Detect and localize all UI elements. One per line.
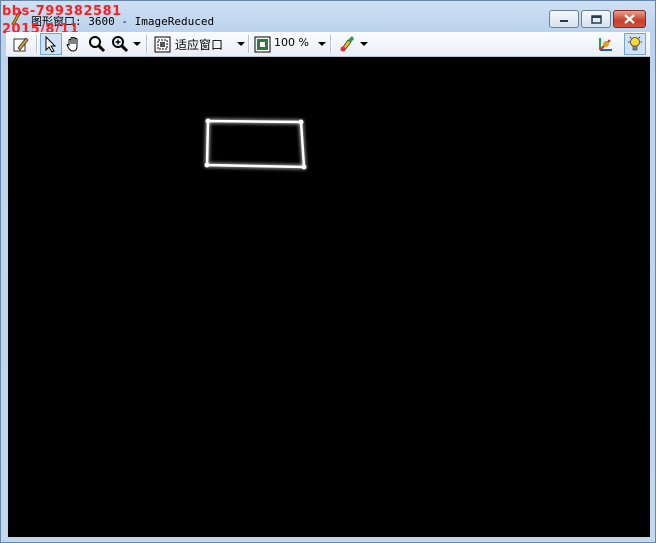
graphics-window: 图形窗口: 3600 - ImageReduced bbs-799382581 … xyxy=(0,0,656,543)
toolbar: 适应窗口 100 % xyxy=(6,32,650,57)
axes-button[interactable] xyxy=(595,33,617,55)
hand-pan-icon xyxy=(66,37,78,52)
zoom-mode-dropdown-arrow[interactable] xyxy=(237,42,245,46)
pointer-tool-button[interactable] xyxy=(40,33,62,55)
fit-window-icon xyxy=(154,36,170,52)
toolbar-separator xyxy=(330,35,332,53)
color-button[interactable] xyxy=(336,33,358,55)
close-button[interactable] xyxy=(613,10,646,28)
color-pick-icon xyxy=(340,36,354,52)
zoom-in-button[interactable] xyxy=(109,33,131,55)
zoom-in-icon xyxy=(112,36,129,53)
toolbar-separator xyxy=(146,35,148,53)
image-canvas[interactable] xyxy=(8,57,650,537)
axes-icon xyxy=(599,38,612,51)
toolbar-separator xyxy=(36,35,38,53)
toolbar-separator xyxy=(248,35,250,53)
minimize-button[interactable] xyxy=(549,10,579,28)
zoom-dropdown-arrow[interactable] xyxy=(133,42,141,46)
zoom-icon xyxy=(89,36,106,53)
maximize-button[interactable] xyxy=(581,10,611,28)
fit-window-button[interactable] xyxy=(152,33,172,55)
zoom-tool-button[interactable] xyxy=(86,33,108,55)
zoom-percent-dropdown-arrow[interactable] xyxy=(318,42,326,46)
color-dropdown-arrow[interactable] xyxy=(360,42,368,46)
light-button[interactable] xyxy=(624,33,646,55)
maximize-icon xyxy=(590,14,602,24)
zoom-percent-select[interactable]: 100 % xyxy=(274,36,309,49)
zoom-percent-button[interactable] xyxy=(252,33,272,55)
lightbulb-icon xyxy=(628,36,642,51)
edit-button[interactable] xyxy=(9,33,33,55)
title-bar[interactable]: 图形窗口: 3600 - ImageReduced bbs-799382581 … xyxy=(1,1,655,37)
zoom-percent-icon xyxy=(254,36,270,52)
minimize-icon xyxy=(560,20,568,22)
pointer-icon xyxy=(45,35,57,53)
watermark-line1: bbs-799382581 xyxy=(2,4,122,19)
pan-tool-button[interactable] xyxy=(63,33,85,55)
contour-rectangle xyxy=(204,118,307,170)
close-icon xyxy=(624,14,635,24)
edit-icon xyxy=(13,37,29,52)
zoom-mode-select[interactable]: 适应窗口 xyxy=(175,36,223,53)
